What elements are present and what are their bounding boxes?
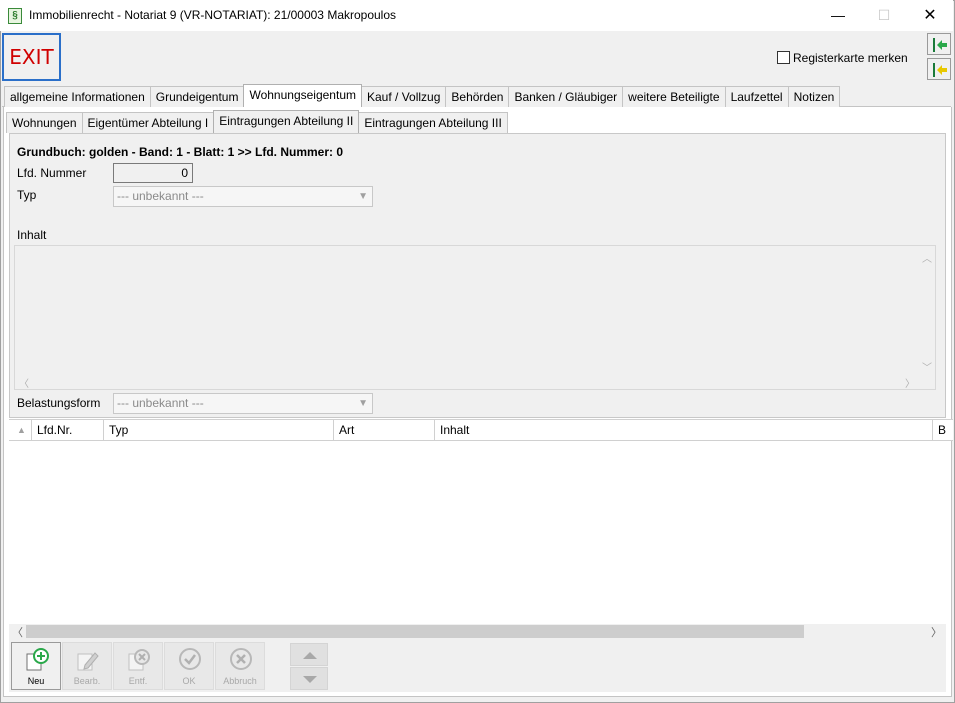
tab-grundeigentum[interactable]: Grundeigentum [149, 86, 245, 107]
delete-button-label: Entf. [128, 676, 148, 686]
grid-body[interactable] [9, 441, 946, 623]
inhalt-vertical-scrollbar[interactable]: ︿ ﹀ [921, 250, 933, 374]
column-header-b[interactable]: B [933, 420, 953, 441]
tab-banken-glaeubiger[interactable]: Banken / Gläubiger [508, 86, 624, 107]
column-header-typ[interactable]: Typ [104, 420, 334, 441]
tab-kauf-vollzug[interactable]: Kauf / Vollzug [361, 86, 447, 107]
new-button-label: Neu [27, 676, 45, 686]
lfd-nummer-label: Lfd. Nummer [17, 166, 87, 180]
typ-select-value: --- unbekannt --- [117, 189, 204, 203]
inhalt-textarea[interactable]: ︿ ﹀ 〈 〉 [14, 245, 936, 390]
grid-header: ▲ Lfd.Nr. Typ Art Inhalt B [9, 419, 953, 441]
scroll-left-icon[interactable]: 〈 [12, 624, 23, 640]
tab-laufzettel[interactable]: Laufzettel [724, 86, 789, 107]
new-button[interactable]: Neu [11, 642, 61, 690]
move-down-button[interactable] [290, 667, 328, 690]
inhalt-horizontal-scrollbar[interactable]: 〈 〉 [19, 375, 915, 390]
belastungsform-select-value: --- unbekannt --- [117, 396, 204, 410]
inhalt-label: Inhalt [17, 228, 47, 242]
scrollbar-thumb[interactable] [26, 625, 804, 638]
edit-button[interactable]: Bearb. [62, 642, 112, 690]
column-header-art[interactable]: Art [334, 420, 435, 441]
navigate-back-button[interactable] [927, 58, 951, 80]
delete-button[interactable]: Entf. [113, 642, 163, 690]
add-icon [26, 648, 49, 671]
typ-select[interactable]: --- unbekannt --- ▼ [113, 186, 373, 207]
cancel-button-label: Abbruch [223, 676, 257, 686]
remember-tab-option[interactable]: Registerkarte merken [777, 50, 908, 66]
checkmark-icon [179, 648, 201, 670]
tab-notizen[interactable]: Notizen [787, 86, 841, 107]
cancel-button[interactable]: Abbruch [215, 642, 265, 690]
tab-weitere-beteiligte[interactable]: weitere Beteiligte [622, 86, 726, 107]
pencil-icon [77, 652, 99, 671]
arrow-left-yellow-icon [933, 63, 947, 77]
tab-behoerden[interactable]: Behörden [445, 86, 510, 107]
tab-eigentuemer-abteilung-1[interactable]: Eigentümer Abteilung I [81, 112, 215, 133]
grundbuch-header: Grundbuch: golden - Band: 1 - Blatt: 1 >… [17, 145, 344, 159]
move-up-button[interactable] [290, 643, 328, 666]
app-icon: § [8, 8, 22, 24]
triangle-up-icon [303, 652, 317, 659]
arrow-left-bar-icon [933, 38, 947, 52]
chevron-down-icon: ▼ [358, 398, 368, 409]
belastungsform-select[interactable]: --- unbekannt --- ▼ [113, 393, 373, 414]
minimize-button[interactable]: — [815, 0, 861, 31]
column-header-inhalt[interactable]: Inhalt [435, 420, 933, 441]
tab-allgemeine-informationen[interactable]: allgemeine Informationen [4, 86, 151, 107]
exit-label: EXIT [9, 45, 54, 69]
sub-tabs: Wohnungen Eigentümer Abteilung I Eintrag… [6, 110, 508, 133]
remember-tab-checkbox[interactable] [777, 51, 790, 65]
grid-horizontal-scrollbar[interactable]: 〈 〉 [9, 624, 946, 640]
chevron-down-icon: ▼ [358, 191, 368, 202]
typ-label: Typ [17, 188, 37, 202]
tab-eintragungen-abteilung-3[interactable]: Eintragungen Abteilung III [358, 112, 508, 133]
column-header-lfd-nr[interactable]: Lfd.Nr. [32, 420, 104, 441]
scroll-down-icon[interactable]: ﹀ [922, 359, 932, 374]
lfd-nummer-field[interactable]: 0 [113, 163, 193, 183]
scroll-left-icon[interactable]: 〈 [19, 375, 29, 390]
main-tabs: allgemeine Informationen Grundeigentum W… [4, 84, 841, 107]
ok-button-label: OK [182, 676, 196, 686]
triangle-down-icon [303, 676, 317, 683]
title-bar: § Immobilienrecht - Notariat 9 (VR-NOTAR… [0, 0, 953, 31]
delete-icon [128, 649, 150, 671]
navigate-first-button[interactable] [927, 33, 951, 55]
maximize-button[interactable]: ☐ [861, 0, 907, 31]
sort-indicator-icon[interactable]: ▲ [9, 420, 32, 441]
tab-wohnungseigentum[interactable]: Wohnungseigentum [243, 84, 362, 107]
scroll-right-icon[interactable]: 〉 [931, 624, 942, 640]
exit-button[interactable]: EXIT [2, 33, 61, 81]
scroll-right-icon[interactable]: 〉 [905, 375, 915, 390]
close-button[interactable]: ✕ [907, 0, 953, 31]
tab-eintragungen-abteilung-2[interactable]: Eintragungen Abteilung II [213, 110, 360, 133]
ok-button[interactable]: OK [164, 642, 214, 690]
edit-button-label: Bearb. [73, 676, 101, 686]
belastungsform-label: Belastungsform [17, 396, 101, 410]
cancel-icon [230, 648, 252, 670]
remember-tab-label: Registerkarte merken [793, 50, 908, 65]
tab-wohnungen[interactable]: Wohnungen [6, 112, 83, 133]
window-title: Immobilienrecht - Notariat 9 (VR-NOTARIA… [29, 8, 397, 22]
scroll-up-icon[interactable]: ︿ [922, 250, 932, 265]
